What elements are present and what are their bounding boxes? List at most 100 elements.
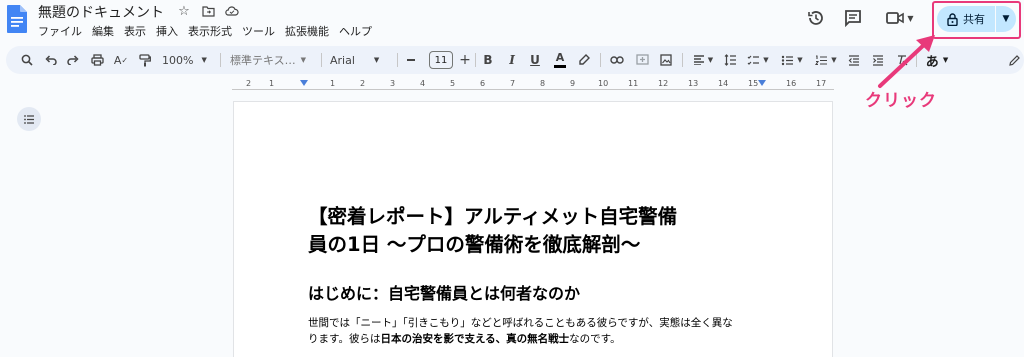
body-paragraph[interactable]: 世間では「ニート」「引きこもり」などと呼ばれることもある彼らですが、実態は全く異… [308, 315, 778, 347]
redo-icon[interactable] [64, 51, 82, 69]
ruler-number: 5 [450, 79, 456, 88]
italic-button[interactable]: I [504, 51, 520, 69]
menu-extensions[interactable]: 拡張機能 [285, 23, 329, 39]
align-button[interactable]: ▼ [689, 51, 717, 69]
font-select[interactable]: Arial ▼ [330, 51, 390, 69]
input-tools-button[interactable]: あ ▼ [922, 51, 952, 70]
decrease-indent-icon[interactable] [846, 51, 862, 69]
star-icon[interactable]: ☆ [176, 3, 192, 19]
zoom-dropdown-icon: ▼ [201, 56, 207, 64]
paragraph-style-value: 標準テキス… [230, 54, 296, 67]
divider [220, 53, 221, 67]
bulleted-dropdown-icon: ▼ [797, 56, 803, 64]
increase-font-size-button[interactable]: + [458, 51, 472, 69]
toolbar: A ✓ 100% ▼ 標準テキス… ▼ Arial ▼ 11 + B I U A… [6, 46, 1024, 74]
ruler-number: 9 [570, 79, 576, 88]
text-color-icon: A [555, 50, 565, 64]
ruler-baseline [232, 89, 834, 90]
paint-format-icon[interactable] [136, 51, 154, 69]
text-color-swatch [554, 64, 566, 68]
font-dropdown-icon: ▼ [373, 56, 380, 64]
text-color-button[interactable]: A [552, 51, 568, 69]
numbered-list-button[interactable]: ▼ [812, 51, 840, 69]
ruler-number: 6 [480, 79, 486, 88]
menu-format[interactable]: 表示形式 [188, 23, 232, 39]
divider [682, 53, 683, 67]
meet-icon[interactable]: ▼ [884, 8, 916, 28]
left-indent-marker[interactable] [300, 80, 308, 86]
comments-icon[interactable] [843, 8, 863, 28]
insert-link-icon[interactable] [608, 51, 626, 69]
move-folder-icon[interactable] [200, 3, 216, 19]
meet-dropdown-icon[interactable]: ▼ [907, 14, 913, 23]
bold-icon: B [483, 53, 493, 67]
bulleted-list-icon [782, 55, 794, 65]
search-menus-icon[interactable] [18, 51, 36, 69]
underline-button[interactable]: U [527, 51, 543, 69]
menu-file[interactable]: ファイル [38, 23, 82, 39]
ruler-number: 12 [658, 79, 669, 88]
increase-indent-icon[interactable] [870, 51, 886, 69]
minus-icon [407, 59, 415, 61]
clear-formatting-icon[interactable] [894, 51, 910, 69]
paragraph-line: ります。彼らは日本の治安を影で支える、真の無名戦士なのです。 [308, 331, 778, 347]
google-docs-window: 無題のドキュメント ☆ ファイル 編集 表示 挿入 表示形式 ツール 拡張機能 … [0, 0, 1024, 357]
menu-tools[interactable]: ツール [242, 23, 275, 39]
ruler[interactable]: 2 1 1 2 3 4 5 6 7 8 9 10 11 12 13 14 15 … [232, 79, 834, 91]
menu-edit[interactable]: 編集 [92, 23, 114, 39]
underline-icon: U [530, 53, 540, 67]
checklist-button[interactable]: ▼ [744, 51, 772, 69]
decrease-font-size-button[interactable] [404, 51, 418, 69]
document-page[interactable]: 【密着レポート】アルティメット自宅警備 員の1日 〜プロの警備術を徹底解剖〜 は… [233, 101, 833, 357]
checklist-dropdown-icon: ▼ [763, 56, 769, 64]
document-title-heading[interactable]: 【密着レポート】アルティメット自宅警備 員の1日 〜プロの警備術を徹底解剖〜 [308, 203, 778, 259]
cloud-saved-icon[interactable] [224, 3, 240, 19]
highlighter-icon [579, 54, 590, 65]
divider [321, 53, 322, 67]
numbered-list-icon [815, 54, 828, 65]
ruler-number: 15 [748, 79, 759, 88]
paragraph-style-select[interactable]: 標準テキス… ▼ [230, 51, 314, 69]
menu-insert[interactable]: 挿入 [156, 23, 178, 39]
menu-help[interactable]: ヘルプ [339, 23, 372, 39]
bold-button[interactable]: B [480, 51, 496, 69]
document-outline-button[interactable] [17, 107, 41, 131]
section-heading[interactable]: はじめに：自宅警備員とは何者なのか [308, 280, 580, 304]
zoom-select[interactable]: 100% ▼ [162, 51, 216, 69]
highlight-color-button[interactable] [576, 51, 592, 69]
title-line: 【密着レポート】アルティメット自宅警備 [308, 205, 678, 228]
editing-mode-pencil-icon[interactable] [1006, 51, 1022, 69]
line-spacing-icon[interactable] [722, 51, 738, 69]
menu-view[interactable]: 表示 [124, 23, 146, 39]
divider [916, 53, 917, 67]
title-line: 員の1日 〜プロの警備術を徹底解剖〜 [308, 233, 641, 256]
share-button[interactable]: 共有 [937, 6, 995, 32]
input-tools-dropdown-icon: ▼ [942, 56, 949, 64]
divider [397, 53, 398, 67]
version-history-icon[interactable] [806, 8, 826, 28]
ruler-number: 16 [786, 79, 797, 88]
input-mode-value: あ [925, 54, 939, 70]
undo-icon[interactable] [42, 51, 60, 69]
right-indent-marker[interactable] [758, 80, 766, 86]
ruler-number: 2 [246, 79, 252, 88]
bulleted-list-button[interactable]: ▼ [778, 51, 806, 69]
divider [600, 53, 601, 67]
share-label: 共有 [963, 13, 985, 26]
lock-icon [947, 12, 958, 26]
font-size-input[interactable]: 11 [429, 51, 453, 69]
ruler-number: 2 [360, 79, 366, 88]
insert-image-icon[interactable] [657, 51, 675, 69]
numbered-dropdown-icon: ▼ [831, 56, 837, 64]
print-icon[interactable] [88, 51, 106, 69]
align-left-icon [693, 55, 704, 65]
document-title[interactable]: 無題のドキュメント [38, 2, 164, 22]
italic-icon: I [509, 53, 515, 67]
chevron-down-icon: ▼ [1002, 14, 1010, 24]
header: 無題のドキュメント ☆ ファイル 編集 表示 挿入 表示形式 ツール 拡張機能 … [0, 0, 1024, 44]
docs-logo-icon[interactable] [6, 4, 28, 34]
insert-comment-icon[interactable] [633, 51, 651, 69]
ruler-number: 1 [269, 79, 275, 88]
title-icons: ☆ [176, 3, 240, 19]
spellcheck-icon[interactable]: A ✓ [112, 51, 130, 69]
